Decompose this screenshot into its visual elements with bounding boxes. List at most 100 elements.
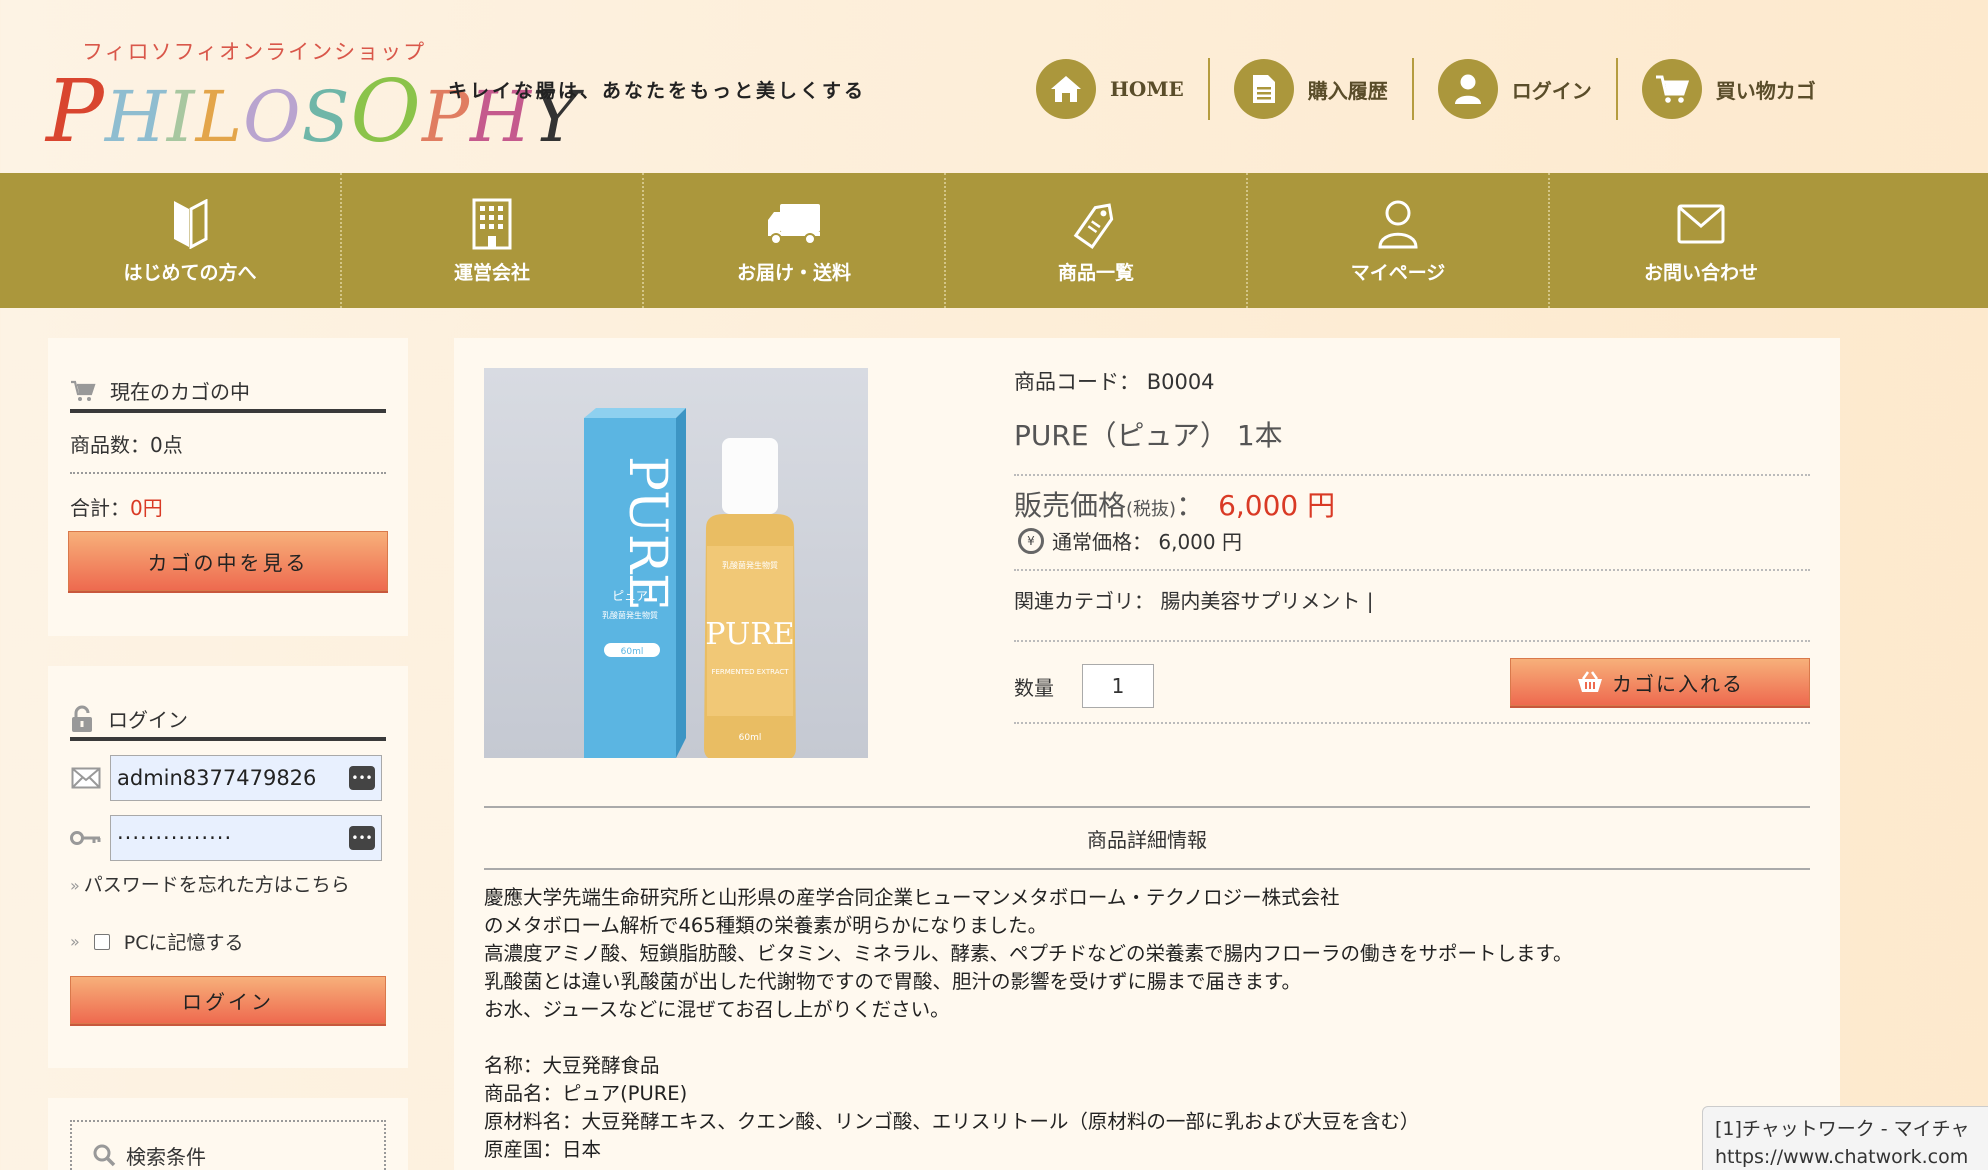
document-icon [1233,59,1294,119]
mainnav-contact-label: お問い合わせ [1643,262,1758,284]
password-row: ··············· ••• [68,815,382,861]
cart-icon [70,380,96,402]
add-to-cart-button[interactable]: カゴに入れる [1510,658,1810,706]
mainnav-mypage[interactable]: マイページ [1248,173,1550,308]
mainnav-company[interactable]: 運営会社 [342,173,644,308]
password-field[interactable]: ··············· ••• [110,815,382,861]
cart-count-row: 商品数：0点 [70,413,386,474]
top-nav: HOME 購入履歴 ログイン 買い物カゴ [1036,58,1840,120]
building-icon [472,196,512,252]
site-tagline: キレイな腸は、あなたをもっと美しくする [448,80,867,102]
cart-total-value: 0円 [130,496,163,520]
notification-title: [1]チャットワーク - マイチャ [1715,1118,1970,1140]
product-info: 商品コード： B0004 PURE（ピュア） 1本 販売価格(税抜)： 6,000… [1014,366,1810,724]
bottle-brand-text: PURE [705,617,794,652]
email-row: admin8377479826 ••• [68,755,382,801]
cart-count-value: 0点 [150,433,183,457]
forgot-password-link[interactable]: » パスワードを忘れた方はこちら [70,874,380,897]
topnav-home-label: HOME [1110,77,1184,101]
topnav-home[interactable]: HOME [1036,58,1208,120]
lock-icon [70,705,94,733]
description-line: 乳酸菌とは違い乳酸菌が出した代謝物ですので胃酸、胆汁の影響を受けずに腸まで届きま… [484,970,1302,993]
logo-letter: L [195,76,244,158]
tag-icon [1072,196,1120,252]
cart-box-header: 現在のカゴの中 [70,338,386,413]
mainnav-mypage-label: マイページ [1350,262,1446,284]
beginner-mark-icon [172,196,208,252]
sale-price-row: 販売価格(税抜)： 6,000 円 [1014,484,1810,524]
password-manager-icon[interactable]: ••• [349,826,375,850]
description-line: 高濃度アミノ酸、短鎖脂肪酸、ビタミン、ミネラル、酵素、ペプチドなどの栄養素で腸内… [484,942,1573,965]
remember-label: PCに記憶する [123,932,244,954]
search-conditions-header[interactable]: 検索条件 [70,1120,386,1170]
mainnav-beginners[interactable]: はじめての方へ [40,173,342,308]
description-line: 慶應大学先端生命研究所と山形県の産学合同企業ヒューマンメタボローム・テクノロジー… [484,886,1340,909]
topnav-cart[interactable]: 買い物カゴ [1615,58,1840,120]
topnav-login[interactable]: ログイン [1411,58,1616,120]
user-icon [1437,59,1498,119]
bottle-top-text: 乳酸菌発生物質 [722,560,778,570]
product-code-label: 商品コード： [1014,370,1140,394]
category-link[interactable]: 腸内美容サプリメント | [1160,589,1373,613]
view-cart-button[interactable]: カゴの中を見る [68,531,388,591]
remember-row: » PCに記憶する [70,928,244,955]
mainnav-delivery[interactable]: お届け・送料 [644,173,946,308]
email-value: admin8377479826 [117,766,317,790]
mainnav-beginners-label: はじめての方へ [123,262,257,284]
price-separator: ： [1176,489,1205,522]
cart-box-title: 現在のカゴの中 [110,380,250,404]
cart-count-label: 商品数： [70,433,150,457]
sale-price-value: 6,000 円 [1218,489,1336,522]
forgot-password-label: パスワードを忘れた方はこちら [83,874,350,896]
quantity-label: 数量 [1014,676,1054,700]
login-box-title: ログイン [108,708,188,732]
mail-icon [1677,196,1725,252]
description-line: のメタボローム解析で465種類の栄養素が明らかになりました。 [484,914,1048,937]
bottle-sub-text: FERMENTED EXTRACT [711,668,789,676]
cart-total-row: 合計：0円 [70,474,386,531]
mainnav-products-label: 商品一覧 [1057,262,1134,284]
box-brand-text: PURE [617,456,677,611]
search-icon [92,1143,116,1167]
email-field[interactable]: admin8377479826 ••• [110,755,382,801]
password-value: ··············· [117,826,233,850]
yen-coin-icon: ¥ [1018,527,1044,554]
basket-icon [1576,671,1604,693]
cart-total-label: 合計： [70,496,130,520]
logo-letter: S [301,76,351,158]
mainnav-products[interactable]: 商品一覧 [946,173,1248,308]
add-to-cart-label: カゴに入れる [1612,671,1744,696]
quantity-input[interactable]: 1 [1082,664,1154,708]
box-kana-text: ピュア [612,589,648,603]
category-row: 関連カテゴリ： 腸内美容サプリメント | [1014,571,1810,642]
normal-price-label: 通常価格： [1052,530,1152,554]
double-chevron-icon: » [70,932,80,951]
chatwork-notification[interactable]: [1]チャットワーク - マイチャ https://www.chatwork.c… [1702,1106,1988,1170]
password-manager-icon[interactable]: ••• [349,766,375,790]
mainnav-contact[interactable]: お問い合わせ [1550,173,1852,308]
mainnav-company-label: 運営会社 [453,262,530,284]
product-code-row: 商品コード： B0004 [1014,366,1810,396]
philosophy-logo[interactable]: フィロソフィオンラインショップ PHILOSOPHY [46,36,578,162]
topnav-cart-label: 買い物カゴ [1715,78,1816,103]
cart-summary-box: 現在のカゴの中 商品数：0点 合計：0円 カゴの中を見る [48,338,408,636]
spec-line: 原産国：日本 [484,1138,602,1161]
search-box: 検索条件 [48,1098,408,1170]
category-label: 関連カテゴリ： [1014,589,1154,613]
key-icon [68,830,104,846]
normal-price-value: 6,000 円 [1158,530,1242,554]
product-name: PURE（ピュア） 1本 [1014,414,1810,476]
login-box-header: ログイン [70,666,386,741]
cart-icon [1641,59,1702,119]
description-line: お水、ジュースなどに混ぜてお召し上がりください。 [484,998,950,1021]
product-image[interactable]: PURE ピュア 乳酸菌発生物質 60ml 乳酸菌発生物質 PURE FERME… [484,368,868,758]
logo-letter: P [46,62,105,162]
site-header: フィロソフィオンラインショップ PHILOSOPHY キレイな腸は、あなたをもっ… [0,0,1988,173]
envelope-icon [68,767,104,789]
remember-checkbox[interactable] [93,933,110,950]
topnav-history[interactable]: 購入履歴 [1207,58,1412,120]
quantity-row: 数量 1 カゴに入れる [1014,642,1810,724]
spec-line: 名称：大豆発酵食品 [484,1054,660,1077]
mainnav-delivery-label: お届け・送料 [736,262,851,284]
login-button[interactable]: ログイン [70,976,386,1024]
